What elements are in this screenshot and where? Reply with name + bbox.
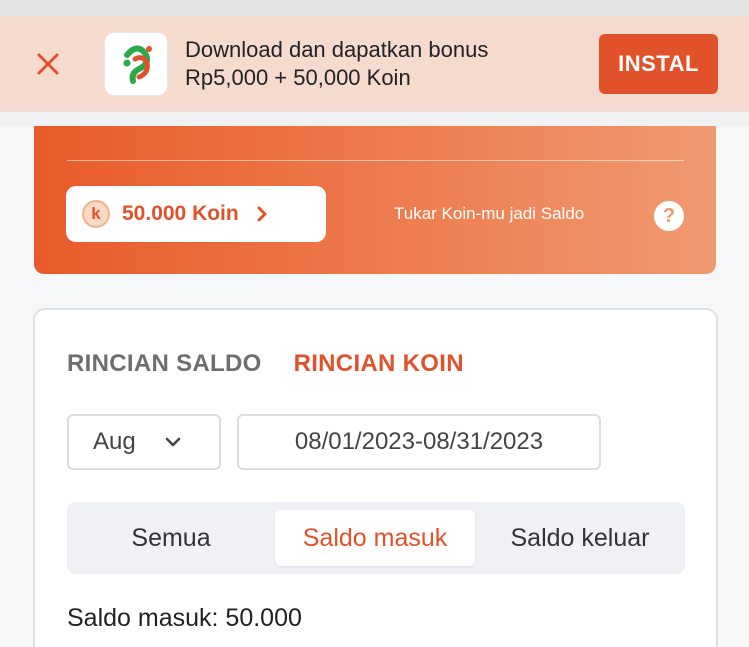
koin-balance-card: k 50.000 Koin Tukar Koin-mu jadi Saldo ? — [34, 126, 716, 274]
koin-balance-label: 50.000 Koin — [122, 202, 239, 225]
filter-semua[interactable]: Semua — [67, 510, 275, 566]
summary-text: Saldo masuk: 50.000 — [67, 604, 302, 632]
help-icon[interactable]: ? — [654, 201, 684, 231]
koin-balance-button[interactable]: k 50.000 Koin — [66, 186, 326, 242]
banner-separator — [0, 112, 749, 126]
app-install-banner: Download dan dapatkan bonus Rp5,000 + 50… — [0, 16, 749, 112]
filter-saldo-masuk[interactable]: Saldo masuk — [275, 510, 475, 566]
filter-saldo-keluar[interactable]: Saldo keluar — [475, 510, 685, 566]
chevron-right-icon — [253, 205, 271, 223]
date-range-field[interactable]: 08/01/2023-08/31/2023 — [237, 414, 601, 470]
tab-rincian-koin[interactable]: RINCIAN KOIN — [294, 350, 464, 378]
banner-text: Download dan dapatkan bonus Rp5,000 + 50… — [185, 36, 585, 92]
detail-card: RINCIAN SALDO RINCIAN KOIN Aug 08/01/202… — [33, 308, 718, 647]
install-button[interactable]: INSTAL — [599, 34, 718, 94]
close-icon[interactable] — [33, 49, 63, 79]
tab-rincian-saldo[interactable]: RINCIAN SALDO — [67, 350, 262, 378]
chevron-down-icon — [162, 431, 184, 453]
top-status-strip — [0, 0, 749, 16]
app-logo — [104, 32, 168, 96]
month-select[interactable]: Aug — [67, 414, 221, 470]
detail-tabs: RINCIAN SALDO RINCIAN KOIN — [67, 350, 464, 378]
card-divider — [67, 160, 684, 161]
month-select-value: Aug — [93, 428, 136, 455]
coin-icon: k — [82, 200, 110, 228]
swap-koin-text[interactable]: Tukar Koin-mu jadi Saldo — [394, 204, 584, 224]
filter-segmented-control: Semua Saldo masuk Saldo keluar — [67, 502, 685, 574]
banner-text-line2: Rp5,000 + 50,000 Koin — [185, 65, 411, 90]
banner-text-line1: Download dan dapatkan bonus — [185, 37, 489, 62]
